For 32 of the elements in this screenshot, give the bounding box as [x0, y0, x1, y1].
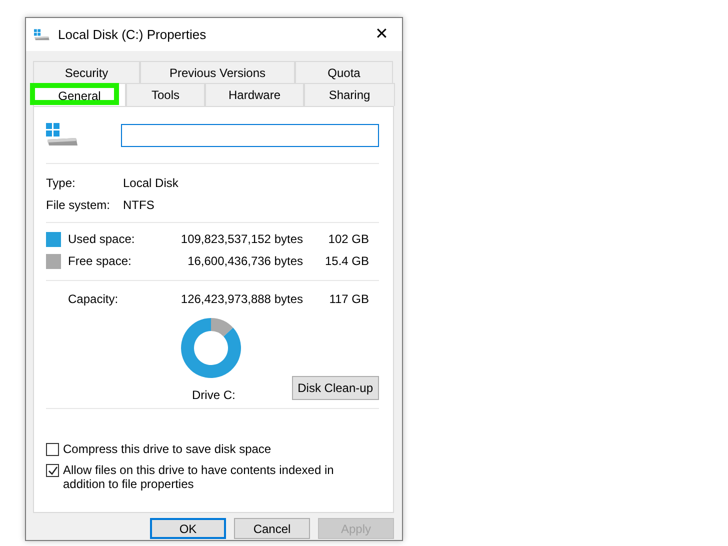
- close-button[interactable]: ✕: [369, 26, 394, 42]
- space-label: Free space:: [68, 253, 132, 270]
- drive-caption: Drive C:: [192, 387, 236, 404]
- tab[interactable]: Previous Versions: [140, 61, 295, 83]
- drive-icon: [46, 123, 79, 147]
- field-label: File system:: [46, 197, 112, 214]
- space-label: Used space:: [68, 231, 136, 248]
- checkbox-label: Compress this drive to save disk space: [63, 442, 272, 456]
- tab[interactable]: Security: [33, 61, 140, 83]
- dialog-button[interactable]: OK: [150, 518, 226, 539]
- tab[interactable]: Hardware: [205, 83, 304, 106]
- byte-count: 109,823,537,152 bytes: [180, 231, 303, 248]
- field-value: NTFS: [123, 197, 154, 214]
- size-value: 102 GB: [327, 231, 369, 248]
- byte-count: 16,600,436,736 bytes: [186, 253, 303, 270]
- size-value: 15.4 GB: [324, 253, 369, 270]
- field-label: Type:: [46, 175, 76, 192]
- window-title: Local Disk (C:) Properties: [58, 26, 206, 44]
- disk-cleanup-button[interactable]: Disk Clean-up: [292, 376, 379, 400]
- checkbox[interactable]: [46, 464, 59, 477]
- field-value: Local Disk: [123, 175, 178, 192]
- tab[interactable]: Quota: [295, 61, 393, 83]
- name-field[interactable]: [121, 124, 379, 146]
- dialog-button[interactable]: Cancel: [234, 518, 310, 539]
- drive-icon: [34, 28, 50, 40]
- checkbox[interactable]: [46, 443, 59, 456]
- capacity-label: Capacity:: [68, 291, 120, 308]
- size-value: 117 GB: [328, 291, 369, 308]
- checkbox-label: Allow files on this drive to have contents indexed in addition to file properties: [63, 463, 335, 491]
- byte-count: 126,423,973,888 bytes: [180, 291, 303, 308]
- tab[interactable]: Sharing: [304, 83, 395, 106]
- tab[interactable]: Tools: [126, 83, 205, 106]
